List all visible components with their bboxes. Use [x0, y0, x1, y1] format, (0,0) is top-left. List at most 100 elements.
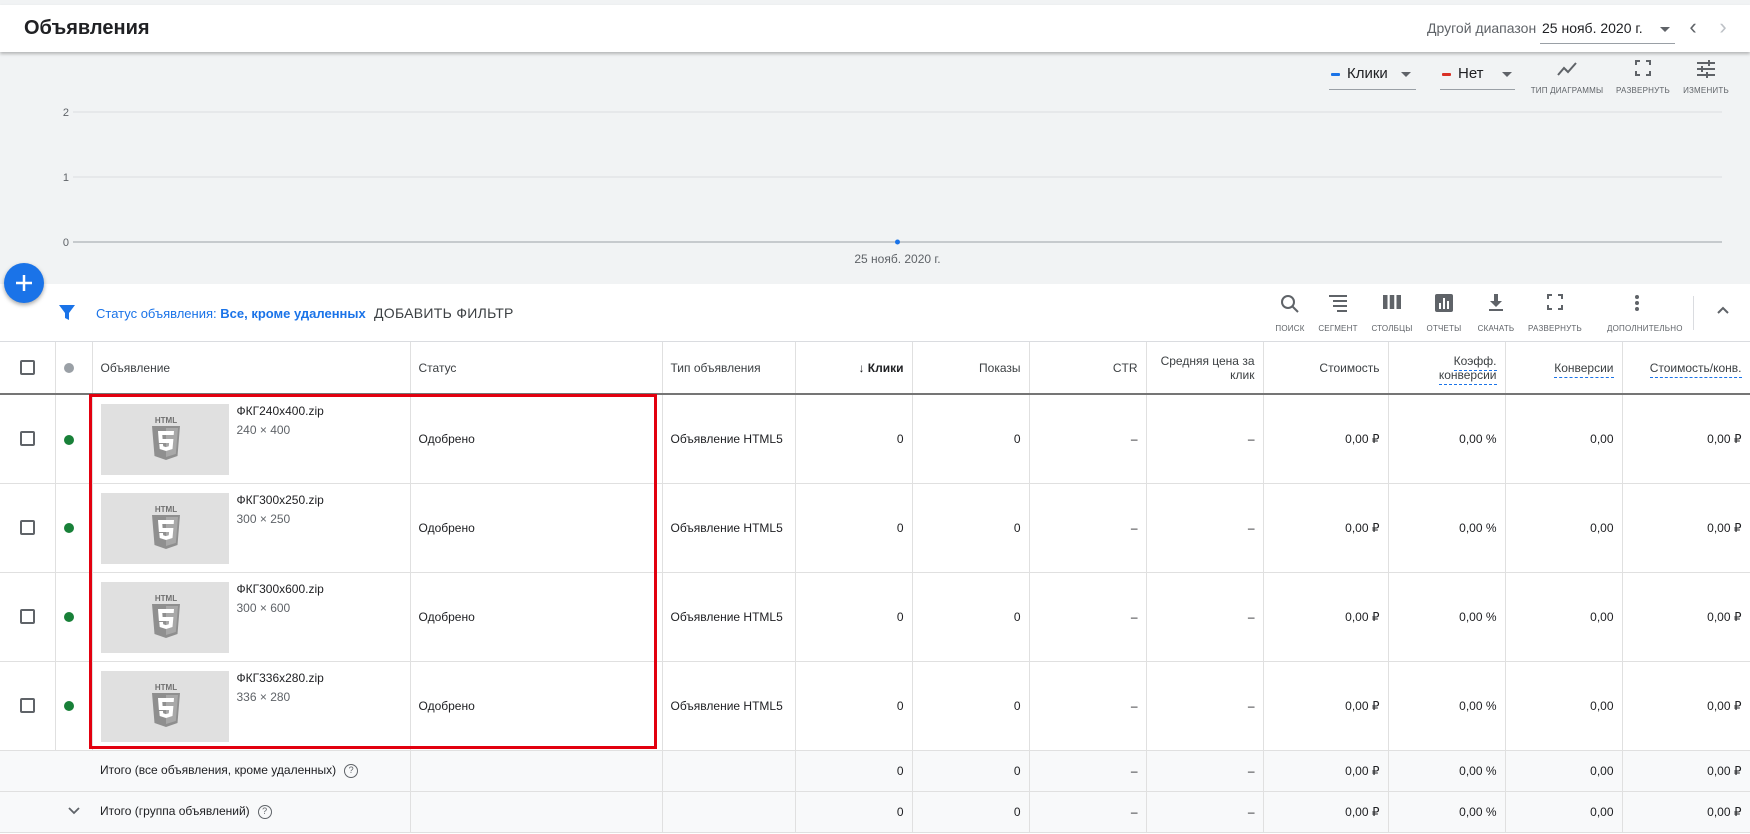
html5-label: HTML [154, 594, 176, 603]
cell-cost-conv: 0,00 ₽ [1622, 661, 1750, 751]
ad-name[interactable]: ФКГ336x280.zip [237, 671, 324, 685]
table-row[interactable]: HTML ФКГ240x400.zip 240 × 400 Одобрено Объяв… [0, 394, 1750, 484]
cell-clicks: 0 [795, 661, 913, 751]
total-impressions: 0 [912, 750, 1030, 792]
chart-type-button[interactable]: ТИП ДИАГРАММЫ [1527, 60, 1607, 95]
chevron-right-icon[interactable]: › [1711, 15, 1735, 41]
html5-label: HTML [154, 683, 176, 692]
chevron-down-icon [1401, 72, 1411, 77]
columns-button[interactable]: СТОЛБЦЫ [1362, 294, 1422, 333]
filter-icon[interactable] [58, 304, 76, 327]
table-row[interactable]: HTML ФКГ336x280.zip 336 × 280 Одобрено Объяв… [0, 661, 1750, 751]
filter-label: Статус объявления: [96, 306, 221, 321]
total-cost-conv: 0,00 ₽ [1622, 750, 1750, 792]
metric-select-2[interactable]: Нет [1440, 60, 1515, 90]
ad-thumbnail[interactable]: HTML [100, 670, 229, 742]
chart-edit-button[interactable]: ИЗМЕНИТЬ [1666, 60, 1746, 95]
status-filter-chip[interactable]: Статус объявления: Все, кроме удаленных [96, 306, 366, 321]
help-icon[interactable]: ? [344, 763, 359, 778]
y-tick-label: 0 [63, 237, 69, 249]
col-header-conversions[interactable]: Конверсии [1505, 342, 1623, 395]
more-button[interactable]: ДОПОЛНИТЕЛЬНО [1607, 294, 1682, 333]
total-avg-cpc: – [1146, 750, 1264, 792]
col-header-status[interactable]: Статус [410, 342, 663, 395]
total-cost: 0,00 ₽ [1263, 791, 1389, 833]
table-row[interactable]: HTML ФКГ300x250.zip 300 × 250 Одобрено Объяв… [0, 483, 1750, 573]
expand-table-button[interactable]: РАЗВЕРНУТЬ [1525, 294, 1585, 333]
cell-avg-cpc: – [1146, 661, 1264, 751]
columns-icon [1362, 294, 1422, 318]
status-dot-header [55, 342, 93, 395]
cell-conv-rate: 0,00 % [1388, 394, 1506, 484]
row-status-cell [55, 483, 93, 573]
chevron-down-icon[interactable] [67, 806, 81, 816]
col-header-conv-rate[interactable]: Коэфф. конверсии [1388, 342, 1506, 395]
cell-avg-cpc: – [1146, 394, 1264, 484]
select-all-checkbox[interactable] [19, 360, 35, 376]
total-toggle-cell [55, 750, 92, 792]
data-point[interactable] [895, 239, 900, 245]
row-checkbox[interactable] [19, 520, 35, 536]
col-header-ctr[interactable]: CTR [1029, 342, 1147, 395]
col-header-ad[interactable]: Объявление [92, 342, 411, 395]
segment-label: СЕГМЕНТ [1318, 324, 1358, 333]
row-checkbox[interactable] [19, 609, 35, 625]
col-header-cost[interactable]: Стоимость [1263, 342, 1389, 395]
date-range-select[interactable]: 25 нояб. 2020 г. [1540, 14, 1675, 44]
cell-ctr: – [1029, 572, 1147, 662]
cell-impressions: 0 [912, 483, 1030, 573]
col-header-impressions[interactable]: Показы [912, 342, 1030, 395]
total-label: Итого (группа объявлений) [100, 804, 250, 819]
add-button[interactable] [4, 263, 44, 303]
ad-name[interactable]: ФКГ240x400.zip [237, 404, 324, 418]
ad-thumbnail[interactable]: HTML [100, 581, 229, 653]
col-header-avg-cpc[interactable]: Средняя цена за клик [1146, 342, 1264, 395]
filter-value: Все, кроме удаленных [220, 306, 366, 321]
help-icon[interactable]: ? [257, 804, 272, 819]
html5-label: HTML [154, 416, 176, 425]
y-tick-label: 1 [63, 172, 69, 184]
ad-name[interactable]: ФКГ300x250.zip [237, 493, 324, 507]
cell-clicks: 0 [795, 572, 913, 662]
ad-thumbnail[interactable]: HTML [100, 492, 229, 564]
cell-cost: 0,00 ₽ [1263, 661, 1389, 751]
status-dot-enabled [63, 523, 74, 534]
download-button[interactable]: СКАЧАТЬ [1466, 294, 1526, 333]
ad-name[interactable]: ФКГ300x600.zip [237, 582, 324, 596]
add-filter-button[interactable]: ДОБАВИТЬ ФИЛЬТР [374, 305, 514, 321]
ad-status: Одобрено [410, 661, 663, 751]
cell-conv-rate: 0,00 % [1388, 661, 1506, 751]
col-header-clicks[interactable]: ↓ Клики [795, 342, 913, 395]
html5-label: HTML [154, 505, 176, 514]
ad-thumbnail[interactable]: HTML [100, 404, 229, 475]
table-row[interactable]: HTML ФКГ300x600.zip 300 × 600 Одобрено Объяв… [0, 572, 1750, 662]
x-tick-label: 25 нояб. 2020 г. [854, 252, 940, 266]
select-all-cell [0, 342, 56, 395]
chevron-left-icon[interactable]: ‹ [1681, 15, 1705, 41]
cell-clicks: 0 [795, 394, 913, 484]
col-header-cost-conv[interactable]: Стоимость/конв. [1622, 342, 1750, 395]
total-toggle-cell [55, 791, 92, 833]
col-header-conversions-label: Конверсии [1554, 360, 1614, 378]
ad-type: Объявление HTML5 [662, 661, 796, 751]
chevron-up-icon[interactable] [1716, 302, 1730, 320]
total-row: Итого (группа объявлений)? 0 0– –0,00 ₽0,00… [0, 791, 1750, 833]
row-select-cell [0, 661, 56, 751]
segment-button[interactable]: СЕГМЕНТ [1308, 294, 1368, 333]
col-header-type[interactable]: Тип объявления [662, 342, 796, 395]
total-conv-rate: 0,00 % [1388, 750, 1506, 792]
cell-avg-cpc: – [1146, 572, 1264, 662]
row-checkbox[interactable] [19, 698, 35, 714]
ad-cell: HTML ФКГ300x250.zip 300 × 250 [92, 483, 411, 573]
ad-type: Объявление HTML5 [662, 483, 796, 573]
row-checkbox[interactable] [19, 431, 35, 447]
expand-table-label: РАЗВЕРНУТЬ [1528, 324, 1582, 333]
metric-select-1[interactable]: Клики [1329, 60, 1416, 90]
ad-status: Одобрено [410, 572, 663, 662]
metric-2-swatch [1442, 73, 1451, 76]
total-cost: 0,00 ₽ [1263, 750, 1389, 792]
total-cost-conv: 0,00 ₽ [1622, 791, 1750, 833]
chevron-down-icon [1502, 72, 1512, 77]
col-header-cost-conv-label: Стоимость/конв. [1649, 360, 1742, 378]
reports-button[interactable]: ОТЧЕТЫ [1414, 294, 1474, 333]
